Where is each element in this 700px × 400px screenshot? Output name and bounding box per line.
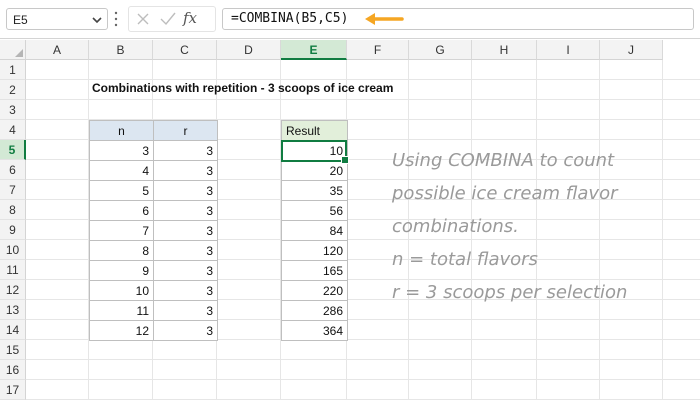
column-header-i[interactable]: I: [537, 40, 600, 60]
column-header-c[interactable]: C: [153, 40, 217, 60]
table-cell-r[interactable]: 3: [153, 280, 218, 301]
column-header-j[interactable]: J: [600, 40, 663, 60]
column-header-d[interactable]: D: [217, 40, 281, 60]
result-cell[interactable]: 220: [281, 280, 348, 301]
table-cell-n[interactable]: 9: [89, 260, 154, 281]
row-header-13[interactable]: 13: [0, 300, 26, 320]
formula-bar: E5 fx =COMBINA(B5,C5): [0, 0, 700, 39]
row-header-6[interactable]: 6: [0, 160, 26, 180]
fill-handle[interactable]: [341, 156, 349, 164]
table-cell-r[interactable]: 3: [153, 300, 218, 321]
row-header-16[interactable]: 16: [0, 360, 26, 380]
result-cell[interactable]: 364: [281, 320, 348, 341]
table-header-r[interactable]: r: [153, 120, 218, 141]
name-box[interactable]: E5: [6, 8, 108, 30]
table-cell-r[interactable]: 3: [153, 200, 218, 221]
table-cell-r[interactable]: 3: [153, 220, 218, 241]
result-cell[interactable]: 286: [281, 300, 348, 321]
gridline-horizontal: [26, 359, 700, 360]
select-all-icon: [15, 49, 23, 57]
column-header-f[interactable]: F: [347, 40, 409, 60]
result-cell[interactable]: 35: [281, 180, 348, 201]
name-box-value: E5: [13, 13, 28, 27]
table-cell-n[interactable]: 6: [89, 200, 154, 221]
result-cell[interactable]: 84: [281, 220, 348, 241]
table-cell-r[interactable]: 3: [153, 140, 218, 161]
note-line: Using COMBINA to count: [392, 150, 615, 171]
row-header-9[interactable]: 9: [0, 220, 26, 240]
more-options-icon[interactable]: [113, 10, 119, 28]
result-cell[interactable]: 120: [281, 240, 348, 261]
table-cell-n[interactable]: 8: [89, 240, 154, 261]
cancel-icon[interactable]: [135, 11, 151, 27]
table-cell-n[interactable]: 3: [89, 140, 154, 161]
row-header-14[interactable]: 14: [0, 320, 26, 340]
annotation-note: Using COMBINA to count possible ice cream…: [392, 144, 692, 309]
table-cell-n[interactable]: 5: [89, 180, 154, 201]
worksheet-grid[interactable]: ABCDEFGHIJ 1 2 3 4 5 6 7 8 9 10 11 12 13 14 15 16 17 nr3…: [0, 40, 700, 400]
row-header-3[interactable]: 3: [0, 100, 26, 120]
result-cell[interactable]: 20: [281, 160, 348, 181]
result-cell[interactable]: 56: [281, 200, 348, 221]
note-line: combinations.: [392, 216, 519, 237]
gridline-horizontal: [26, 379, 700, 380]
column-header-e[interactable]: E: [281, 40, 347, 60]
formula-bar-buttons: fx: [128, 6, 216, 32]
formula-text: =COMBINA(B5,C5): [231, 11, 349, 26]
select-all-corner[interactable]: [0, 40, 26, 60]
row-header-5[interactable]: 5: [0, 140, 26, 160]
table-cell-r[interactable]: 3: [153, 320, 218, 341]
note-line: n = total flavors: [392, 249, 538, 270]
arrow-left-icon: [365, 13, 404, 25]
table-cell-n[interactable]: 10: [89, 280, 154, 301]
table-cell-n[interactable]: 4: [89, 160, 154, 181]
row-header-2[interactable]: 2: [0, 80, 26, 100]
chevron-down-icon[interactable]: [91, 15, 103, 25]
table-header-n[interactable]: n: [89, 120, 154, 141]
table-cell-n[interactable]: 11: [89, 300, 154, 321]
row-header-15[interactable]: 15: [0, 340, 26, 360]
column-header-h[interactable]: H: [472, 40, 537, 60]
table-cell-r[interactable]: 3: [153, 260, 218, 281]
note-line: r = 3 scoops per selection: [392, 282, 628, 303]
enter-check-icon[interactable]: [159, 11, 177, 27]
column-header-b[interactable]: B: [89, 40, 153, 60]
row-header-4[interactable]: 4: [0, 120, 26, 140]
insert-function-icon[interactable]: fx: [183, 9, 197, 27]
gridline-horizontal: [26, 79, 700, 80]
row-header-12[interactable]: 12: [0, 280, 26, 300]
table-cell-r[interactable]: 3: [153, 160, 218, 181]
column-header-g[interactable]: G: [409, 40, 472, 60]
row-header-1[interactable]: 1: [0, 60, 26, 80]
result-cell[interactable]: 165: [281, 260, 348, 281]
row-header-8[interactable]: 8: [0, 200, 26, 220]
table-cell-r[interactable]: 3: [153, 180, 218, 201]
active-cell-outline: [281, 140, 349, 164]
row-header-11[interactable]: 11: [0, 260, 26, 280]
formula-input[interactable]: =COMBINA(B5,C5): [222, 8, 694, 30]
table-cell-n[interactable]: 7: [89, 220, 154, 241]
row-header-7[interactable]: 7: [0, 180, 26, 200]
row-header-10[interactable]: 10: [0, 240, 26, 260]
table-cell-n[interactable]: 12: [89, 320, 154, 341]
sheet-title[interactable]: Combinations with repetition - 3 scoops …: [92, 81, 393, 95]
row-header-17[interactable]: 17: [0, 380, 26, 400]
gridline-horizontal: [26, 99, 700, 100]
note-line: possible ice cream flavor: [392, 183, 618, 204]
column-header-a[interactable]: A: [26, 40, 89, 60]
result-header[interactable]: Result: [281, 120, 348, 141]
table-cell-r[interactable]: 3: [153, 240, 218, 261]
